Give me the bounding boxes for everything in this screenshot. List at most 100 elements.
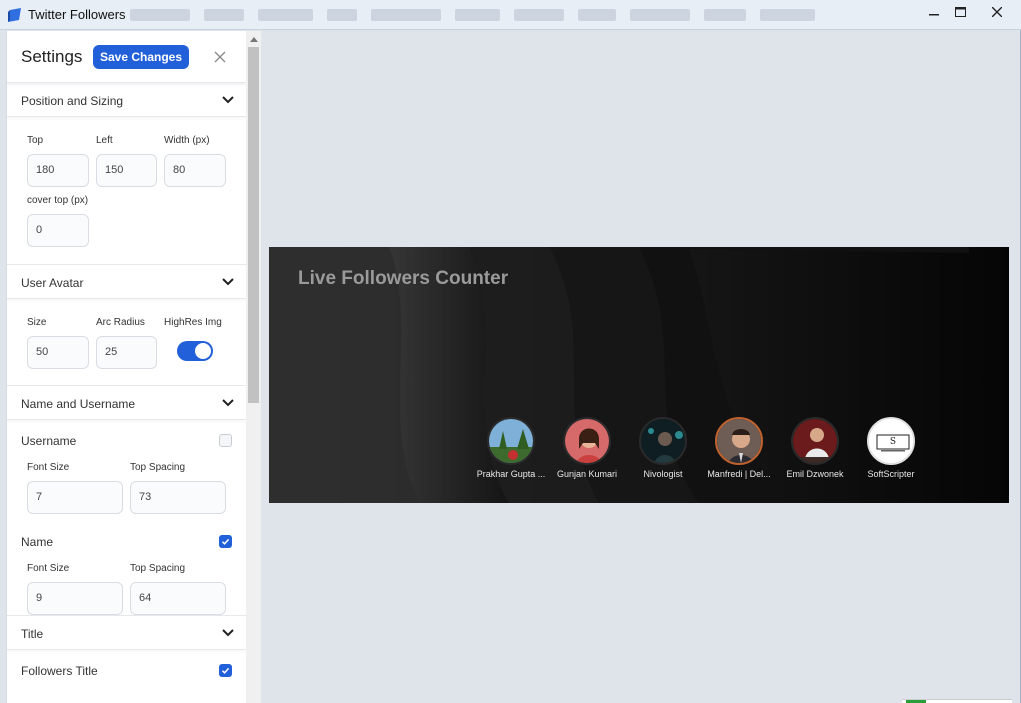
close-window-button[interactable] [973, 2, 1021, 22]
width-input[interactable]: 80 [164, 154, 226, 187]
highres-label: HighRes Img [164, 317, 222, 328]
section-label: Name and Username [21, 397, 136, 411]
font-size-label: Font Size [27, 462, 70, 473]
close-icon [992, 7, 1002, 17]
window-controls [921, 0, 1021, 22]
svg-text:S: S [890, 437, 896, 447]
left-input[interactable]: 150 [96, 154, 157, 187]
cover-top-label: cover top (px) [27, 195, 89, 206]
status-strip [902, 699, 1012, 703]
cover-top-field: cover top (px) 0 [27, 195, 89, 247]
softscripter-logo: S [869, 419, 913, 463]
top-spacing-label: Top Spacing [130, 563, 186, 574]
avatar [487, 417, 535, 465]
scroll-thumb[interactable] [248, 47, 259, 403]
follower-card: Gunjan Kumari [549, 417, 625, 479]
size-field: Size 50 [27, 317, 89, 369]
width-label: Width (px) [164, 135, 210, 146]
follower-name: Manfredi | Del... [707, 469, 771, 479]
follower-name: Nivologist [643, 469, 683, 479]
left-field: Left 150 [96, 135, 157, 187]
avatar: S [867, 417, 915, 465]
username-font-size-field: Font Size 7 [27, 462, 123, 514]
section-user-avatar[interactable]: User Avatar [7, 265, 246, 299]
banner-title: Live Followers Counter [298, 268, 509, 289]
avatar [639, 417, 687, 465]
section-title[interactable]: Title [7, 616, 246, 650]
window-titlebar: Twitter Followers [0, 0, 1021, 30]
font-size-label: Font Size [27, 563, 70, 574]
username-top-spacing-field: Top Spacing 73 [130, 462, 226, 514]
save-changes-button[interactable]: Save Changes [93, 45, 189, 69]
arc-radius-label: Arc Radius [96, 317, 145, 328]
follower-name: Prakhar Gupta ... [476, 469, 546, 479]
highres-toggle[interactable] [177, 341, 213, 361]
chevron-down-icon [222, 399, 234, 407]
minimize-icon [929, 14, 939, 16]
toggle-knob [195, 343, 211, 359]
avatar [563, 417, 611, 465]
section-name-username[interactable]: Name and Username [7, 386, 246, 420]
name-username-fields: Username Font Size 7 Top Spacing 73 Name… [7, 420, 246, 616]
arc-radius-field: Arc Radius 25 [96, 317, 157, 369]
window-title: Twitter Followers [28, 7, 126, 22]
name-font-size-input[interactable]: 9 [27, 582, 123, 615]
section-label: User Avatar [21, 276, 84, 290]
arc-radius-input[interactable]: 25 [96, 336, 157, 369]
username-row-label: Username [21, 434, 77, 448]
section-label: Position and Sizing [21, 94, 124, 108]
username-font-size-input[interactable]: 7 [27, 481, 123, 514]
follower-card: Nivologist [625, 417, 701, 479]
minimize-button[interactable] [921, 2, 947, 22]
left-label: Left [96, 135, 113, 146]
cover-top-input[interactable]: 0 [27, 214, 89, 247]
follower-card: S SoftScripter [853, 417, 929, 479]
follower-card: Manfredi | Del... [701, 417, 777, 479]
banner-preview: Live Followers Counter Prakhar Gupta ...… [269, 247, 1009, 503]
top-label: Top [27, 135, 44, 146]
follower-name: Emil Dzwonek [786, 469, 844, 479]
position-fields: Top 180 Left 150 Width (px) 80 cover top… [7, 117, 246, 265]
sidebar-scrollbar[interactable] [246, 31, 261, 703]
maximize-icon [954, 7, 966, 17]
title-fields: Followers Title [7, 650, 246, 703]
followers-title-checkbox[interactable] [219, 664, 232, 677]
follower-card: Emil Dzwonek [777, 417, 853, 479]
username-top-spacing-input[interactable]: 73 [130, 481, 226, 514]
settings-header: Settings Save Changes [7, 31, 246, 83]
background-taskbar-ghost [130, 6, 830, 24]
name-top-spacing-field: Top Spacing 64 [130, 563, 226, 615]
follower-name: SoftScripter [867, 469, 915, 479]
section-label: Title [21, 627, 44, 641]
name-checkbox[interactable] [219, 535, 232, 548]
avatar [715, 417, 763, 465]
follower-card: Prakhar Gupta ... [473, 417, 549, 479]
size-input[interactable]: 50 [27, 336, 89, 369]
chevron-down-icon [222, 96, 234, 104]
name-row-label: Name [21, 535, 54, 549]
maximize-button[interactable] [947, 2, 973, 22]
followers-title-label: Followers Title [21, 664, 98, 678]
highres-field: HighRes Img [164, 317, 222, 361]
name-top-spacing-input[interactable]: 64 [130, 582, 226, 615]
username-checkbox[interactable] [219, 434, 232, 447]
settings-sidebar: Settings Save Changes Position and Sizin… [6, 31, 246, 703]
section-position-sizing[interactable]: Position and Sizing [7, 83, 246, 117]
size-label: Size [27, 317, 47, 328]
top-spacing-label: Top Spacing [130, 462, 186, 473]
scroll-up-arrow-icon[interactable] [250, 37, 258, 42]
avatar-fields: Size 50 Arc Radius 25 HighRes Img [7, 299, 246, 386]
app-icon [8, 8, 21, 22]
width-field: Width (px) 80 [164, 135, 226, 187]
chevron-down-icon [222, 629, 234, 637]
follower-name: Gunjan Kumari [556, 469, 618, 479]
close-settings-icon[interactable] [213, 50, 227, 64]
chevron-down-icon [222, 278, 234, 286]
check-icon [221, 667, 230, 674]
avatar [791, 417, 839, 465]
settings-title: Settings [21, 47, 83, 66]
top-field: Top 180 [27, 135, 89, 187]
top-input[interactable]: 180 [27, 154, 89, 187]
name-font-size-field: Font Size 9 [27, 563, 123, 615]
check-icon [221, 538, 230, 545]
